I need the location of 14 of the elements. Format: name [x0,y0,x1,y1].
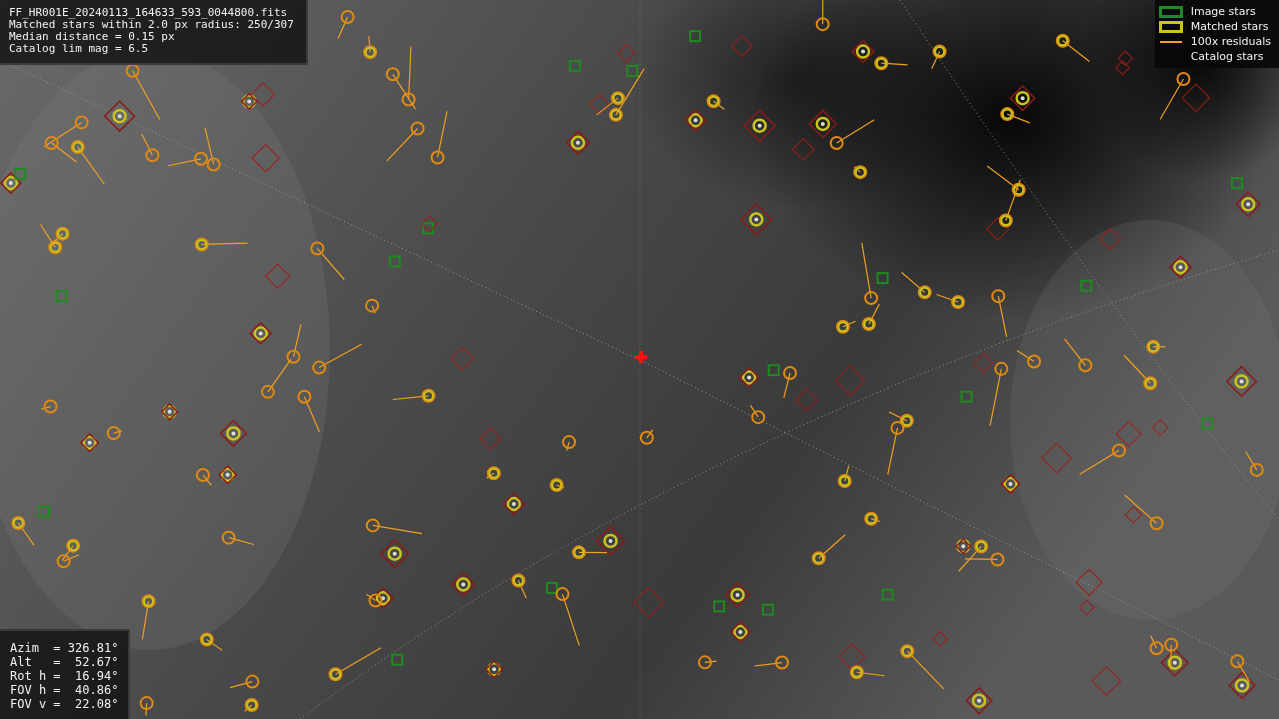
info-text: FF_HR001E_20240113_164633_593_0044800.fits [9,7,289,19]
cross-icon [635,351,647,363]
info-text: Catalog lim mag = 6.5 [9,43,150,55]
pointing-text: FOV v = 22.08° [10,697,119,711]
legend-label: Image stars [1190,5,1256,19]
legend-label: 100x residuals [1190,35,1271,49]
pointing-text: FOV h = 40.86° [10,683,119,697]
pointing-text: Rot h = 16.94° [10,669,119,683]
pointing-text: Alt = 52.67° [10,655,119,669]
pointing-text: Azim = 326.81° [10,641,119,655]
info-text: Median distance = 0.15 px [9,31,176,43]
info-text: Matched stars within 2.0 px radius: 250/307 [9,19,294,31]
legend-label: Catalog stars [1190,50,1264,64]
legend-label: Matched stars [1190,20,1269,34]
